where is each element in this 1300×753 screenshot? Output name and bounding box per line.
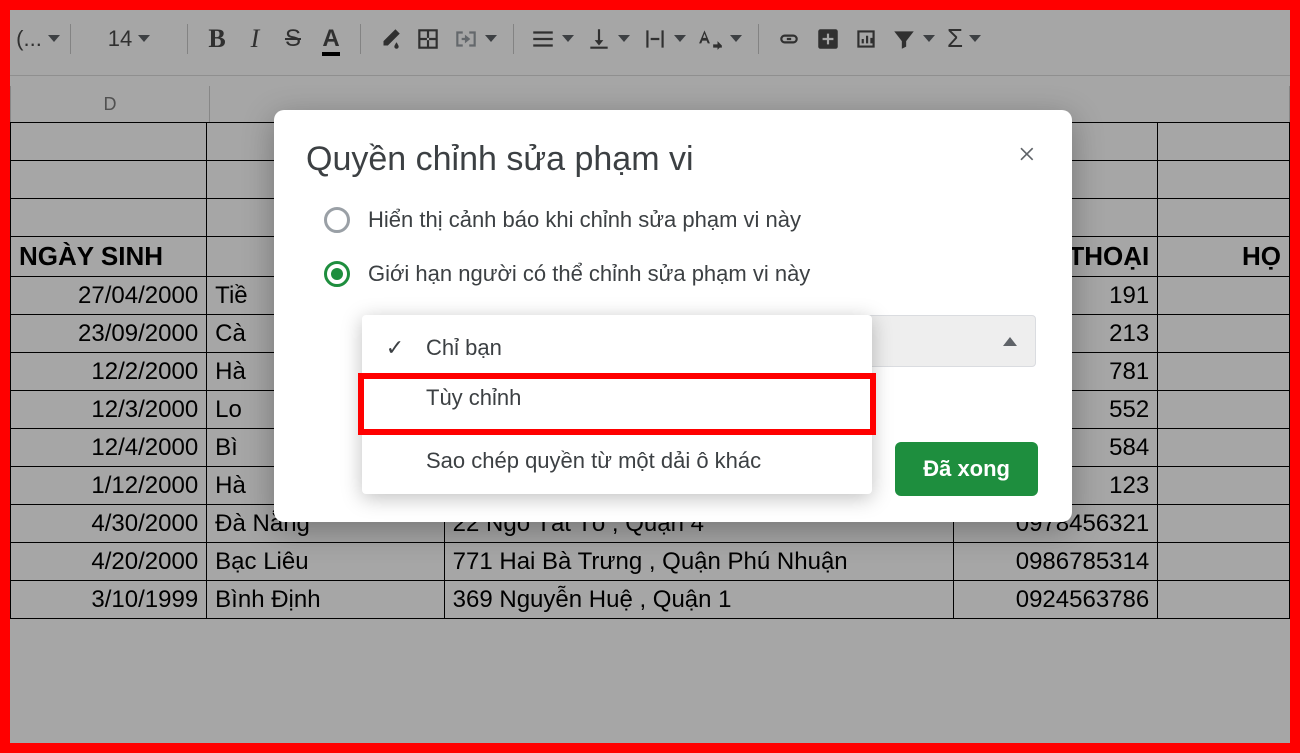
- range-permissions-dialog: Quyền chỉnh sửa phạm vi Hiển thị cảnh bá…: [274, 110, 1072, 522]
- option-show-warning[interactable]: Hiển thị cảnh báo khi chỉnh sửa phạm vi …: [324, 207, 1040, 233]
- option-show-warning-label: Hiển thị cảnh báo khi chỉnh sửa phạm vi …: [368, 207, 801, 233]
- dropdown-item-label: Chỉ bạn: [426, 335, 502, 361]
- dropdown-item-label: Tùy chỉnh: [426, 385, 521, 411]
- option-restrict-label: Giới hạn người có thể chỉnh sửa phạm vi …: [368, 261, 810, 287]
- radio-unchecked-icon: [324, 207, 350, 233]
- dropdown-item-only-you[interactable]: ✓ Chỉ bạn: [362, 323, 872, 373]
- done-button[interactable]: Đã xong: [895, 442, 1038, 496]
- dialog-title: Quyền chỉnh sửa phạm vi: [306, 140, 1040, 179]
- dropdown-collapsed[interactable]: [856, 315, 1036, 367]
- dropdown-list: ✓ Chỉ bạn ✓ Tùy chỉnh ✓ Sao chép quyền t…: [362, 315, 872, 494]
- radio-checked-icon: [324, 261, 350, 287]
- chevron-up-icon: [1003, 337, 1017, 346]
- dropdown-divider: [426, 429, 872, 430]
- dropdown-item-label: Sao chép quyền từ một dải ô khác: [426, 448, 761, 474]
- close-button[interactable]: [1010, 136, 1046, 172]
- dropdown-item-custom[interactable]: ✓ Tùy chỉnh: [362, 373, 872, 423]
- dropdown-item-copy[interactable]: ✓ Sao chép quyền từ một dải ô khác: [362, 436, 872, 486]
- check-icon: ✓: [382, 335, 408, 361]
- option-restrict[interactable]: Giới hạn người có thể chỉnh sửa phạm vi …: [324, 261, 1040, 287]
